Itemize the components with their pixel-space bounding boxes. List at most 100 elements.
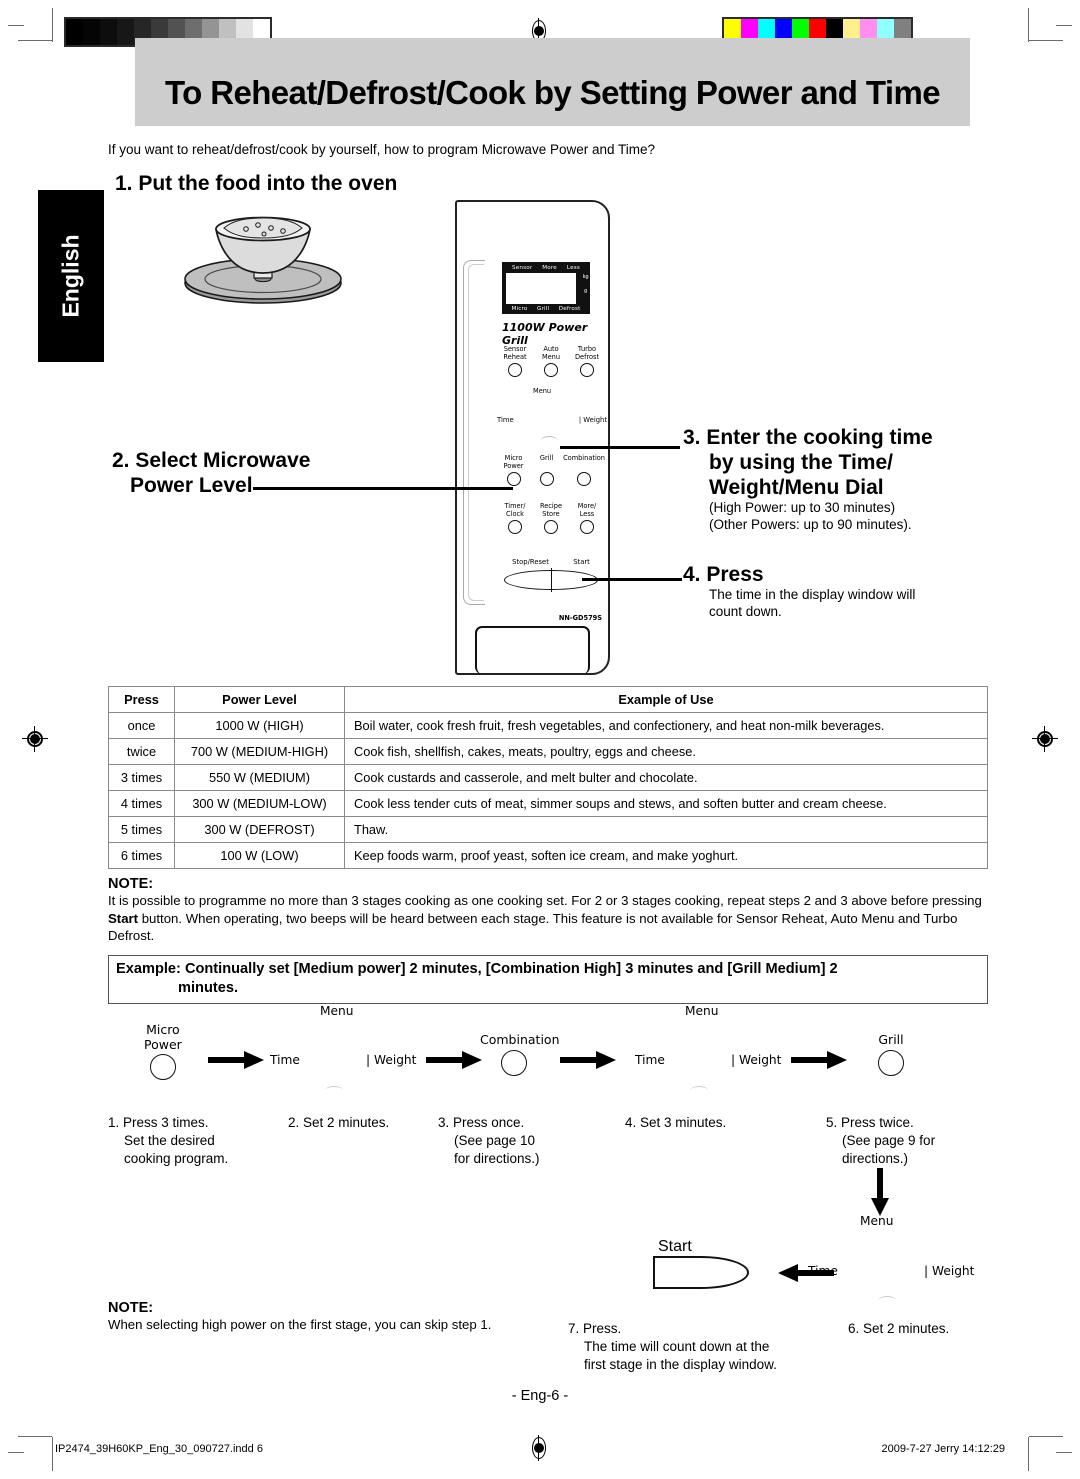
step-3-line-1: 3. Enter the cooking time — [683, 426, 933, 449]
dial-ring-icon — [541, 436, 557, 444]
more-less-knob-icon[interactable] — [580, 520, 594, 535]
example-box-line-1: Example: Continually set [Medium power] … — [116, 961, 838, 977]
button-grill[interactable]: Grill — [530, 454, 563, 487]
flow-dial-1-icon[interactable] — [325, 1086, 343, 1095]
flow-combination-knob-icon[interactable] — [501, 1050, 527, 1076]
button-more-less[interactable]: More/ Less — [569, 502, 605, 535]
stop-reset-label: Stop/Reset — [512, 558, 549, 566]
oven-time-weight-dial[interactable]: Time | Weight — [497, 416, 607, 456]
button-auto-menu-label-2: Menu — [541, 352, 561, 361]
flow-knob-micro-power[interactable]: Micro Power — [144, 1022, 182, 1080]
button-auto-menu[interactable]: Auto Menu — [533, 345, 569, 378]
flow-caption-3-line-1: 3. Press once. — [438, 1115, 525, 1130]
flow-knob-1-label-1: Micro — [146, 1022, 180, 1037]
step-4-heading: 4. Press — [683, 563, 764, 586]
flow-dial-2-icon[interactable] — [690, 1086, 708, 1095]
table-cell-power-level: 700 W (MEDIUM-HIGH) — [174, 738, 345, 765]
flow-caption-1-line-3: cooking program. — [124, 1151, 229, 1166]
flow-micro-power-knob-icon[interactable] — [149, 1054, 176, 1080]
table-row: twice 700 W (MEDIUM-HIGH) Cook fish, shell… — [108, 738, 988, 765]
flow-caption-7-line-3: first stage in the display window. — [584, 1357, 777, 1372]
flow-caption-7-line-1: 7. Press. — [568, 1321, 622, 1336]
flow-menu-label-1: Menu — [320, 1004, 354, 1018]
dial-weight-label: | Weight — [578, 416, 607, 424]
step-3-callout: 3. Enter the cooking time by using the T… — [683, 425, 983, 533]
crop-tick-left-bottom — [8, 1452, 24, 1453]
step-2-line-2: Power Level — [130, 474, 253, 497]
note-1-part-1: It is possible to programme no more than… — [108, 893, 982, 908]
button-grill-spacer — [530, 463, 563, 471]
note-section-2: NOTE: When selecting high power on the f… — [108, 1300, 578, 1334]
indicator-sensor: Sensor — [511, 265, 533, 271]
button-micro-power[interactable]: Micro Power — [497, 454, 530, 487]
gray-swatch-1 — [83, 19, 100, 45]
button-turbo-defrost[interactable]: Turbo Defrost — [569, 345, 605, 378]
step-4-note-2: count down. — [709, 603, 782, 619]
button-timer-clock-label-2: Clock — [506, 509, 524, 518]
table-header-press: Press — [108, 686, 175, 713]
flow-menu-label-3: Menu — [860, 1214, 894, 1228]
flow-start-button-icon[interactable] — [653, 1256, 749, 1289]
sensor-reheat-knob-icon[interactable] — [508, 363, 522, 378]
display-bottom-indicators: Micro Grill Defrost — [502, 306, 590, 312]
flow-grill-knob-icon[interactable] — [878, 1050, 904, 1076]
display-top-indicators: Sensor More Less — [502, 265, 590, 271]
combination-knob-icon[interactable] — [577, 472, 592, 487]
stop-start-divider — [551, 568, 553, 592]
flow-time-label-2: Time — [635, 1053, 665, 1067]
flow-knob-2-label-1: Combination — [480, 1032, 560, 1047]
note-2-heading: NOTE: — [108, 1300, 154, 1316]
table-header-power-level: Power Level — [174, 686, 345, 713]
footer-filename: IP2474_39H60KP_Eng_30_090727.indd 6 — [55, 1443, 263, 1455]
flow-time-label-3: Time — [808, 1264, 838, 1278]
grill-knob-icon[interactable] — [539, 472, 554, 487]
flow-dial-3-icon[interactable] — [878, 1296, 896, 1305]
button-sensor-reheat[interactable]: Sensor Reheat — [497, 345, 533, 378]
step-4-note-1: The time in the display window will — [709, 587, 916, 602]
button-timer-clock[interactable]: Timer/ Clock — [497, 502, 533, 535]
display-screen-area — [506, 273, 576, 304]
crop-mark-tl-h — [18, 40, 52, 41]
flow-knob-combination[interactable]: Combination — [480, 1032, 560, 1076]
turbo-defrost-knob-icon[interactable] — [580, 363, 594, 378]
table-cell-example-of-use: Cook fish, shellfish, cakes, meats, poul… — [344, 738, 988, 765]
table-row: 4 times 300 W (MEDIUM-LOW) Cook less tende… — [108, 790, 988, 817]
table-header-example-of-use: Example of Use — [344, 686, 988, 713]
table-cell-example-of-use: Cook less tender cuts of meat, simmer so… — [344, 790, 988, 817]
language-tab-english: English — [38, 190, 104, 362]
flow-caption-5-line-2: (See page 9 for — [842, 1133, 936, 1148]
button-sensor-reheat-label-2: Reheat — [503, 352, 527, 361]
oven-brand-label: 1100W Power Grill — [502, 321, 588, 347]
flow-weight-label-3: | Weight — [924, 1264, 975, 1278]
language-tab-label: English — [57, 234, 84, 318]
recipe-store-knob-icon[interactable] — [544, 520, 558, 535]
auto-menu-knob-icon[interactable] — [544, 363, 558, 378]
display-unit-indicators: kg g — [583, 274, 589, 294]
button-combination[interactable]: Combination — [563, 454, 605, 487]
microwave-control-panel-illustration: Sensor More Less kg g Micro Grill Defros… — [455, 200, 610, 675]
crop-tick-right-top — [1056, 25, 1072, 26]
table-cell-press: once — [108, 712, 175, 739]
oven-stop-start-button[interactable]: Stop/Reset Start — [500, 558, 602, 594]
example-box: Example: Continually set [Medium power] … — [108, 955, 988, 1004]
table-cell-power-level: 1000 W (HIGH) — [174, 712, 345, 739]
flow-arrow-3-icon — [560, 1050, 616, 1075]
step-4-callout: 4. Press The time in the display window … — [683, 562, 983, 620]
gray-swatch-0 — [66, 19, 83, 45]
oven-button-row-1: Sensor Reheat Auto Menu Turbo Defrost — [497, 345, 605, 378]
step-3-note-1: (High Power: up to 30 minutes) — [709, 500, 896, 515]
timer-clock-knob-icon[interactable] — [508, 520, 522, 535]
table-cell-example-of-use: Cook custards and casserole, and melt bu… — [344, 764, 988, 791]
indicator-g: g — [584, 288, 588, 294]
table-cell-power-level: 300 W (MEDIUM-LOW) — [174, 790, 345, 817]
button-micro-power-label-2: Power — [503, 461, 524, 470]
oven-model-number: NN-GD579S — [558, 614, 602, 622]
oven-display-window: Sensor More Less kg g Micro Grill Defros… — [502, 262, 590, 314]
flow-caption-1-line-1: 1. Press 3 times. — [108, 1115, 209, 1130]
flow-caption-5-line-3: directions.) — [842, 1151, 909, 1166]
example-box-line-2: minutes. — [178, 980, 239, 996]
table-cell-power-level: 300 W (DEFROST) — [174, 816, 345, 843]
button-recipe-store[interactable]: Recipe Store — [533, 502, 569, 535]
micro-power-knob-icon[interactable] — [506, 472, 521, 487]
flow-knob-grill[interactable]: Grill — [865, 1032, 917, 1076]
